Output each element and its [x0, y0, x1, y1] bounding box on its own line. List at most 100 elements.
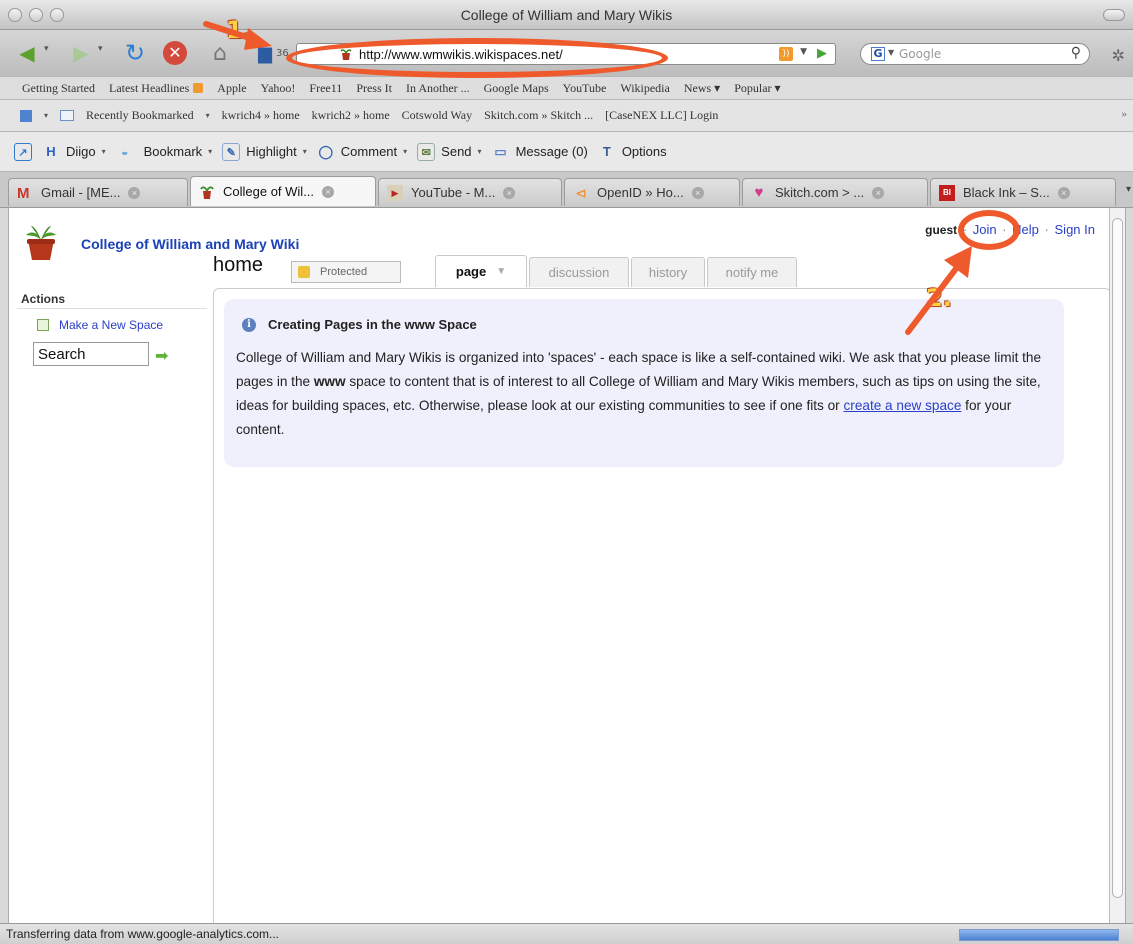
help-link[interactable]: Help: [1012, 222, 1039, 237]
globe-icon[interactable]: ◒: [116, 143, 134, 161]
separator: ·: [1002, 222, 1007, 237]
bookmark-folder[interactable]: News ▾: [684, 81, 720, 96]
engine-dropdown-icon[interactable]: ▼: [888, 48, 894, 57]
options-icon: T: [602, 143, 611, 159]
skitch-heart-icon: ♥: [754, 183, 764, 201]
stop-button[interactable]: ✕: [160, 39, 190, 67]
close-tab-icon[interactable]: ×: [322, 185, 335, 198]
progress-fill: [960, 930, 1118, 940]
url-history-dropdown-icon[interactable]: ▼: [800, 47, 807, 57]
tab-label: YouTube - M...: [411, 185, 496, 200]
go-icon[interactable]: ▶: [817, 46, 827, 61]
tab-notify-me[interactable]: notify me: [707, 257, 797, 287]
comment-label: Comment: [340, 144, 398, 159]
highlight-button[interactable]: ✎ Highlight ▾: [222, 142, 307, 161]
toolbar-toggle-button[interactable]: [1103, 9, 1125, 21]
bookmark-item[interactable]: Google Maps: [484, 81, 549, 96]
tab-label: College of Wil...: [223, 184, 315, 199]
back-history-dropdown-icon[interactable]: ▾: [44, 44, 49, 54]
home-icon: ⌂: [213, 40, 227, 66]
dropdown-icon[interactable]: ▾: [206, 111, 210, 120]
diigo-sidebar-icon[interactable]: ↗: [14, 142, 32, 161]
dropdown-icon[interactable]: ▾: [44, 111, 48, 120]
tab-gmail[interactable]: M Gmail - [ME... ×: [8, 178, 188, 206]
bookmarks-toolbar: Getting Started Latest Headlines Apple Y…: [0, 76, 1133, 100]
bookmark-item[interactable]: [CaseNEX LLC] Login: [605, 108, 718, 123]
bookmark-item[interactable]: Wikipedia: [620, 81, 670, 96]
tab-history[interactable]: history: [631, 257, 705, 287]
diigo-menu[interactable]: H Diigo ▾: [42, 143, 105, 161]
separator: ·: [962, 222, 968, 237]
bookmark-item[interactable]: Free11: [309, 81, 342, 96]
comment-button[interactable]: ◯ Comment ▾: [317, 143, 408, 161]
bookmark-item[interactable]: Apple: [217, 81, 246, 96]
toolbar-menu-icon[interactable]: [20, 109, 32, 122]
url-bar[interactable]: http://www.wmwikis.wikispaces.net/ )) ▼ …: [296, 43, 836, 65]
separator: ·: [1044, 222, 1049, 237]
close-tab-icon[interactable]: ×: [872, 186, 885, 199]
bookmark-item[interactable]: YouTube: [563, 81, 607, 96]
tab-page[interactable]: page ▼: [435, 255, 527, 287]
status-text: Transferring data from www.google-analyt…: [6, 927, 279, 941]
join-link[interactable]: Join: [973, 222, 997, 237]
new-page-icon: [37, 319, 49, 331]
tab-youtube[interactable]: ▶ YouTube - M... ×: [378, 178, 562, 206]
rss-feed-icon[interactable]: )): [779, 47, 793, 61]
close-tab-icon[interactable]: ×: [503, 186, 516, 199]
make-new-space-link[interactable]: Make a New Space: [37, 318, 163, 332]
forward-button[interactable]: ▶: [66, 39, 96, 67]
chevron-right-icon[interactable]: »: [1122, 108, 1128, 120]
chevron-down-icon: ▼: [496, 266, 507, 277]
bookmark-item[interactable]: Getting Started: [22, 81, 95, 96]
bookmark-item[interactable]: Latest Headlines: [109, 81, 204, 96]
send-button[interactable]: ✉ Send ▾: [417, 142, 482, 161]
search-engine-input[interactable]: Google: [899, 47, 941, 61]
search-go-arrow-icon[interactable]: ➡: [155, 346, 168, 365]
secondary-bookmarks-toolbar: ▾ Recently Bookmarked ▾ kwrich4 » home k…: [0, 100, 1133, 132]
info-notice: i Creating Pages in the www Space Colleg…: [224, 299, 1064, 467]
bookmark-item[interactable]: kwrich4 » home: [222, 108, 300, 123]
info-icon: i: [242, 317, 256, 332]
bookmark-item[interactable]: Skitch.com » Skitch ...: [484, 108, 593, 123]
tab-wikispaces[interactable]: College of Wil... ×: [190, 176, 376, 206]
diigo-label: Diigo: [66, 144, 96, 159]
live-feed-icon: [193, 83, 204, 93]
wiki-logo-icon[interactable]: [23, 222, 59, 262]
status-bar: Transferring data from www.google-analyt…: [0, 923, 1133, 944]
scrollbar-thumb[interactable]: [1112, 218, 1123, 898]
bookmark-item[interactable]: In Another ...: [406, 81, 470, 96]
dropdown-icon: ▾: [208, 147, 213, 156]
search-engine-bar[interactable]: G ▼ Google ⚲: [860, 43, 1090, 65]
magnifier-icon[interactable]: ⚲: [1071, 45, 1081, 61]
close-tab-icon[interactable]: ×: [128, 186, 141, 199]
bookmark-folder[interactable]: Popular ▾: [734, 81, 780, 96]
options-label: Options: [621, 144, 667, 159]
close-tab-icon[interactable]: ×: [691, 186, 704, 199]
forward-history-dropdown-icon[interactable]: ▾: [98, 44, 103, 54]
reload-button[interactable]: ↻: [120, 39, 150, 67]
google-engine-icon[interactable]: G: [871, 47, 885, 61]
create-new-space-link[interactable]: create a new space: [844, 398, 962, 413]
tab-list-icon[interactable]: ▾: [1126, 184, 1131, 195]
bookmark-item[interactable]: Press It: [356, 81, 392, 96]
bookmark-item[interactable]: Cotswold Way: [402, 108, 472, 123]
vertical-scrollbar[interactable]: [1109, 208, 1125, 923]
url-text[interactable]: http://www.wmwikis.wikispaces.net/: [359, 47, 563, 62]
bookmark-button[interactable]: Bookmark ▾: [144, 144, 213, 159]
site-title[interactable]: College of William and Mary Wiki: [81, 236, 299, 252]
dropdown-icon: ▾: [477, 147, 482, 156]
message-button[interactable]: ▭ Message (0): [492, 143, 587, 161]
bookmark-label: Bookmark: [143, 144, 203, 159]
tab-discussion[interactable]: discussion: [529, 257, 629, 287]
bookmark-item[interactable]: Yahoo!: [261, 81, 296, 96]
recently-bookmarked-item[interactable]: Recently Bookmarked: [86, 108, 194, 123]
tab-skitch[interactable]: ♥ Skitch.com > ... ×: [742, 178, 928, 206]
options-button[interactable]: T Options: [598, 143, 667, 161]
back-button[interactable]: ◀: [12, 39, 42, 67]
sign-in-link[interactable]: Sign In: [1055, 222, 1095, 237]
close-tab-icon[interactable]: ×: [1057, 186, 1070, 199]
tab-blackink[interactable]: BI Black Ink – S... ×: [930, 178, 1116, 206]
tab-openid[interactable]: ⊲ OpenID » Ho... ×: [564, 178, 740, 206]
search-input[interactable]: [33, 342, 149, 366]
bookmark-item[interactable]: kwrich2 » home: [312, 108, 390, 123]
